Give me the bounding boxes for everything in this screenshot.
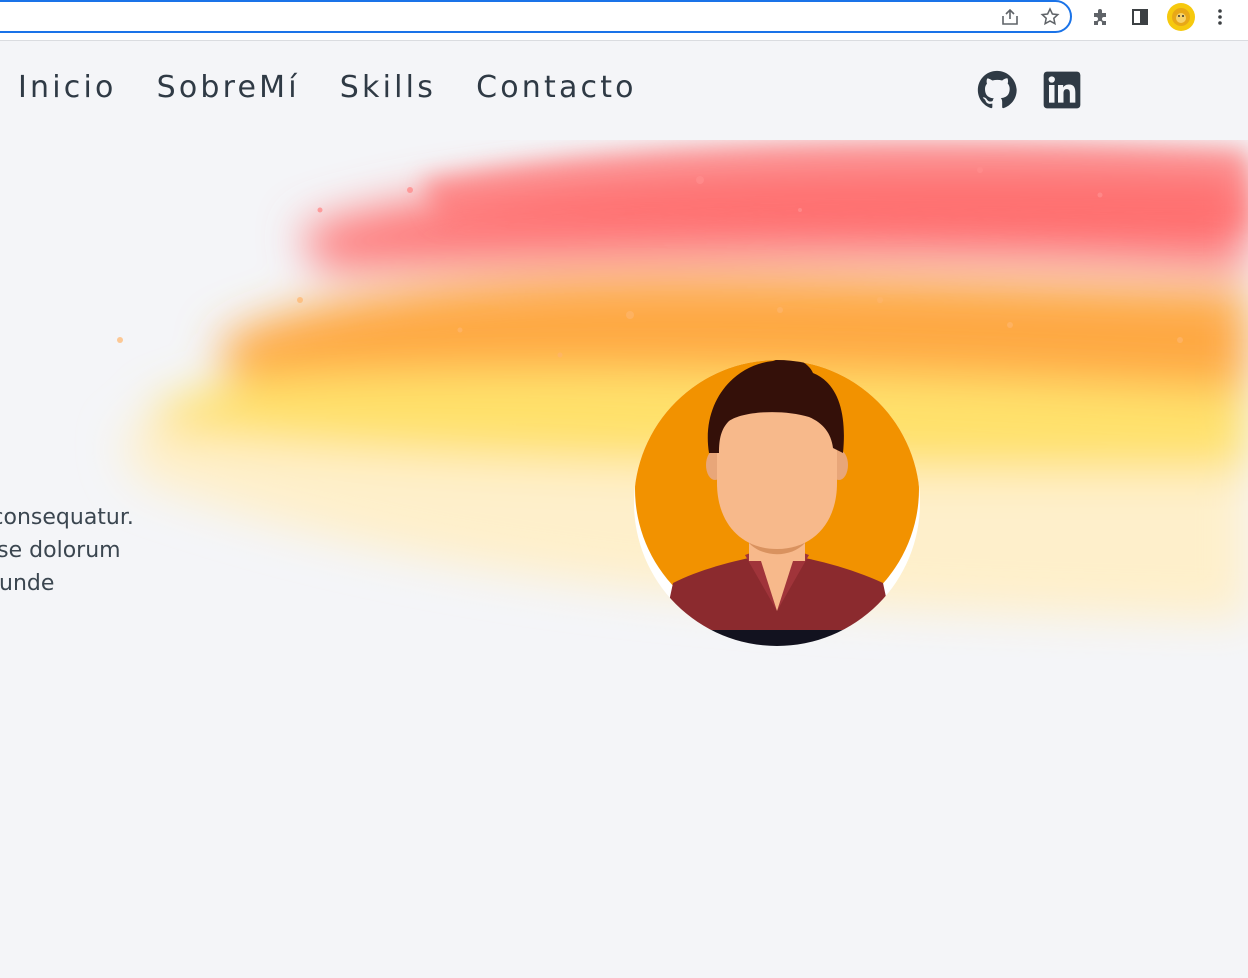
github-icon[interactable] [977, 70, 1017, 110]
main-nav: Inicio SobreMí Skills Contacto [18, 70, 677, 105]
profile-avatar[interactable] [1167, 3, 1195, 31]
share-icon[interactable] [999, 6, 1021, 28]
star-icon[interactable] [1039, 6, 1061, 28]
linkedin-icon[interactable] [1042, 70, 1082, 110]
nav-link-inicio[interactable]: Inicio [18, 70, 117, 105]
nav-link-contacto[interactable]: Contacto [476, 70, 637, 105]
browser-toolbar [0, 0, 1248, 41]
nav-link-sobremi[interactable]: SobreMí [157, 70, 300, 105]
more-icon[interactable] [1209, 6, 1231, 28]
extensions-icon[interactable] [1089, 6, 1111, 28]
side-panel-icon[interactable] [1129, 6, 1151, 28]
nav-link-skills[interactable]: Skills [340, 70, 436, 105]
address-bar[interactable] [0, 0, 1072, 33]
profile-avatar-illustration [633, 343, 923, 653]
hero-description: m, consequatur. ! Esse dolorum uta unde [0, 505, 134, 596]
